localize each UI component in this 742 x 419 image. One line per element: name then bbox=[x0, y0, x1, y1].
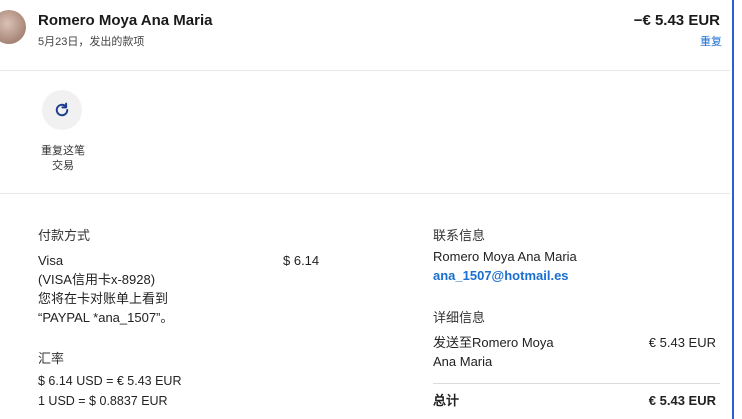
repeat-transaction-label[interactable]: 重复这笔 交易 bbox=[32, 144, 94, 174]
exchange-rate-title: 汇率 bbox=[38, 351, 65, 366]
details-title: 详细信息 bbox=[433, 310, 486, 325]
header-divider bbox=[0, 70, 730, 71]
sent-to-line2: Ana Maria bbox=[433, 354, 493, 369]
contact-name: Romero Moya Ana Maria bbox=[433, 249, 577, 264]
transaction-date: 5月23日，发出的款项 bbox=[38, 36, 145, 48]
statement-note-line2: “PAYPAL *ana_1507”。 bbox=[38, 310, 174, 325]
window-edge-accent bbox=[732, 0, 734, 419]
statement-note-line1: 您将在卡对账单上看到 bbox=[38, 291, 169, 306]
action-divider bbox=[0, 193, 730, 194]
repeat-transaction-label-line1: 重复这笔 bbox=[41, 145, 85, 157]
transaction-amount: −€ 5.43 EUR bbox=[633, 12, 720, 29]
total-amount: € 5.43 EUR bbox=[648, 393, 716, 408]
total-label: 总计 bbox=[433, 393, 460, 408]
sent-amount: € 5.43 EUR bbox=[648, 335, 716, 350]
contact-title: 联系信息 bbox=[433, 228, 486, 243]
avatar bbox=[0, 10, 26, 44]
total-divider bbox=[433, 383, 720, 384]
repeat-transaction-label-line2: 交易 bbox=[52, 160, 74, 172]
exchange-rate-line1: $ 6.14 USD = € 5.43 EUR bbox=[38, 374, 182, 388]
refresh-icon bbox=[55, 102, 69, 117]
card-detail: (VISA信用卡x-8928) bbox=[38, 272, 156, 287]
repeat-link[interactable]: 重复 bbox=[700, 33, 722, 49]
repeat-transaction-button[interactable] bbox=[42, 90, 82, 130]
sent-to-line1: 发送至Romero Moya bbox=[433, 335, 554, 350]
payment-method-title: 付款方式 bbox=[38, 228, 91, 243]
card-amount: $ 6.14 bbox=[283, 253, 320, 268]
recipient-name: Romero Moya Ana Maria bbox=[38, 12, 213, 29]
contact-email-link[interactable]: ana_1507@hotmail.es bbox=[433, 266, 569, 285]
card-name: Visa bbox=[38, 253, 64, 268]
exchange-rate-line2: 1 USD = $ 0.8837 EUR bbox=[38, 394, 168, 408]
